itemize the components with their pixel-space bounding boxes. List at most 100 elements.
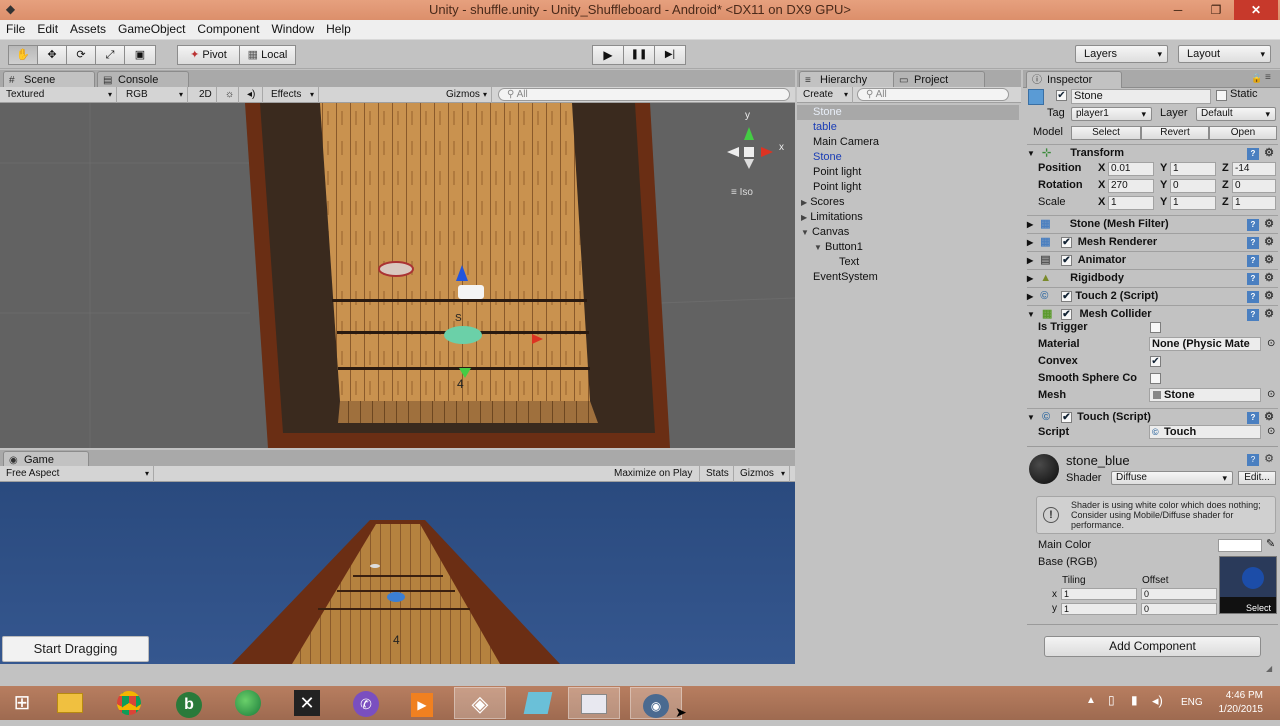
game-gizmos-dropdown[interactable]: Gizmos — [734, 466, 790, 482]
model-open-button[interactable]: Open — [1209, 126, 1277, 140]
help-icon[interactable]: ? — [1247, 454, 1259, 466]
aspect-dropdown[interactable]: Free Aspect — [0, 466, 154, 482]
shader-dropdown[interactable]: Diffuse — [1111, 471, 1233, 485]
tray-device-icon[interactable]: ▯ — [1108, 693, 1115, 707]
hand-tool-icon[interactable]: ✋ — [8, 45, 38, 65]
offset-y-field[interactable]: 0 — [1141, 603, 1217, 615]
2d-toggle[interactable]: 2D — [193, 87, 217, 103]
help-icon[interactable]: ? — [1247, 412, 1259, 424]
tab-scene[interactable]: # Scene — [3, 71, 95, 88]
convex-checkbox[interactable]: ✔ — [1150, 356, 1161, 367]
tab-hierarchy[interactable]: ≡ Hierarchy — [799, 71, 895, 88]
help-icon[interactable]: ? — [1247, 309, 1259, 321]
rotation-y-field[interactable]: 0 — [1170, 179, 1216, 193]
hierarchy-item-button1[interactable]: ▼ Button1 — [797, 240, 863, 255]
tray-arrow-icon[interactable]: ▲ — [1086, 695, 1096, 706]
touch-checkbox[interactable]: ✔ — [1061, 412, 1072, 423]
rotation-x-field[interactable]: 270 — [1108, 179, 1154, 193]
menu-edit[interactable]: Edit — [31, 20, 64, 39]
panel-menu-icon[interactable]: ≡ — [1265, 72, 1271, 83]
hierarchy-item-table[interactable]: table — [797, 120, 837, 135]
hierarchy-item-eventsystem[interactable]: EventSystem — [797, 270, 878, 285]
tiling-y-field[interactable]: 1 — [1061, 603, 1137, 615]
layers-dropdown[interactable]: Layers — [1075, 45, 1168, 63]
file-explorer-icon[interactable] — [44, 687, 96, 719]
model-revert-button[interactable]: Revert — [1141, 126, 1209, 140]
static-checkbox[interactable] — [1216, 90, 1227, 101]
material-field[interactable]: None (Physic Mate — [1149, 337, 1261, 351]
maximize-on-play-toggle[interactable]: Maximize on Play — [608, 466, 700, 482]
position-y-field[interactable]: 1 — [1170, 162, 1216, 176]
position-x-field[interactable]: 0.01 — [1108, 162, 1154, 176]
collapse-arrow-icon[interactable]: ▼ — [1027, 310, 1035, 319]
xcode-icon[interactable]: ✕ — [281, 687, 333, 719]
gear-icon[interactable]: ⚙ — [1263, 411, 1275, 423]
iso-label[interactable]: ≡ Iso — [731, 187, 753, 198]
scale-y-field[interactable]: 1 — [1170, 196, 1216, 210]
gear-icon[interactable]: ⚙ — [1263, 147, 1275, 159]
move-tool-icon[interactable]: ✥ — [37, 45, 67, 65]
game-viewport[interactable]: 4 Start Dragging — [0, 482, 795, 664]
collapse-arrow-icon[interactable]: ▼ — [814, 243, 822, 252]
active-checkbox[interactable]: ✔ — [1056, 90, 1067, 101]
effects-dropdown[interactable]: Effects — [265, 87, 319, 103]
gear-icon[interactable]: ⚙ — [1263, 290, 1275, 302]
folder-icon[interactable] — [568, 687, 620, 719]
tray-network-icon[interactable]: ▮ — [1131, 693, 1138, 707]
local-toggle[interactable]: ▦ Local — [239, 45, 296, 65]
close-button[interactable]: ✕ — [1234, 0, 1278, 20]
scale-x-field[interactable]: 1 — [1108, 196, 1154, 210]
lock-icon[interactable]: 🔒 — [1251, 73, 1262, 84]
animator-header[interactable]: ▶ ▤ ✔ Animator ? ⚙ — [1027, 251, 1278, 269]
add-component-button[interactable]: Add Component — [1044, 636, 1261, 657]
audio-icon[interactable]: ◂) — [241, 87, 263, 103]
eyedropper-icon[interactable]: ✎ — [1266, 537, 1275, 550]
start-dragging-button[interactable]: Start Dragging — [2, 636, 149, 662]
gear-icon[interactable]: ⚙ — [1263, 254, 1275, 266]
object-picker-icon[interactable]: ⊙ — [1267, 338, 1275, 349]
hierarchy-item-text[interactable]: Text — [797, 255, 859, 270]
transform-header[interactable]: ▼ ⊹ Transform ? ⚙ — [1027, 144, 1278, 162]
resize-grip-icon[interactable]: ◢ — [1266, 664, 1272, 673]
animator-checkbox[interactable]: ✔ — [1061, 255, 1072, 266]
tag-dropdown[interactable]: player1 — [1071, 107, 1152, 121]
media-player-icon[interactable]: ▶ — [396, 687, 448, 719]
hierarchy-item-limitations[interactable]: ▶ Limitations — [797, 210, 863, 225]
main-color-swatch[interactable] — [1218, 539, 1262, 552]
is-trigger-checkbox[interactable] — [1150, 322, 1161, 333]
step-button[interactable]: ▶| — [654, 45, 686, 65]
hierarchy-item-point-light-1[interactable]: Point light — [797, 165, 861, 180]
touch-script-header[interactable]: ▼ © ✔ Touch (Script) ? ⚙ — [1027, 408, 1278, 426]
create-dropdown[interactable]: Create — [797, 87, 853, 103]
touch2-script-header[interactable]: ▶ © ✔ Touch 2 (Script) ? ⚙ — [1027, 287, 1278, 305]
touch2-checkbox[interactable]: ✔ — [1061, 291, 1072, 302]
scale-z-field[interactable]: 1 — [1232, 196, 1276, 210]
help-icon[interactable]: ? — [1247, 273, 1259, 285]
rigidbody-header[interactable]: ▶ ▲ Rigidbody ? ⚙ — [1027, 269, 1278, 287]
expand-arrow-icon[interactable]: ▶ — [1027, 238, 1033, 247]
collapse-arrow-icon[interactable]: ▼ — [1027, 149, 1035, 158]
help-icon[interactable]: ? — [1247, 148, 1259, 160]
position-z-field[interactable]: -14 — [1232, 162, 1276, 176]
hierarchy-search-input[interactable]: ⚲ All — [857, 88, 1009, 101]
mesh-filter-header[interactable]: ▶ ▦ Stone (Mesh Filter) ? ⚙ — [1027, 215, 1278, 233]
minimize-button[interactable]: ─ — [1164, 0, 1192, 20]
play-button[interactable]: ▶ — [592, 45, 624, 65]
notes-icon[interactable] — [512, 687, 564, 719]
channel-dropdown[interactable]: RGB — [120, 87, 188, 103]
tab-console[interactable]: ▤ Console — [97, 71, 189, 88]
globe-icon[interactable] — [222, 687, 274, 719]
tab-project[interactable]: ▭ Project — [893, 71, 985, 88]
viber-icon[interactable]: ✆ — [340, 687, 392, 719]
hierarchy-item-stone-selected[interactable]: Stone — [797, 105, 1019, 120]
offset-x-field[interactable]: 0 — [1141, 588, 1217, 600]
clock-date[interactable]: 1/20/2015 — [1211, 704, 1264, 715]
windows-start-icon[interactable]: ⊞ — [0, 687, 44, 719]
base-texture-slot[interactable]: Select — [1219, 556, 1277, 614]
hierarchy-item-canvas[interactable]: ▼ Canvas — [797, 225, 849, 240]
stats-toggle[interactable]: Stats — [700, 466, 734, 482]
scene-viewport[interactable]: S 4 y x ≡ Iso — [0, 103, 795, 448]
scene-search-input[interactable]: ⚲ All — [498, 88, 790, 101]
menu-component[interactable]: Component — [191, 20, 265, 39]
layout-dropdown[interactable]: Layout — [1178, 45, 1271, 63]
